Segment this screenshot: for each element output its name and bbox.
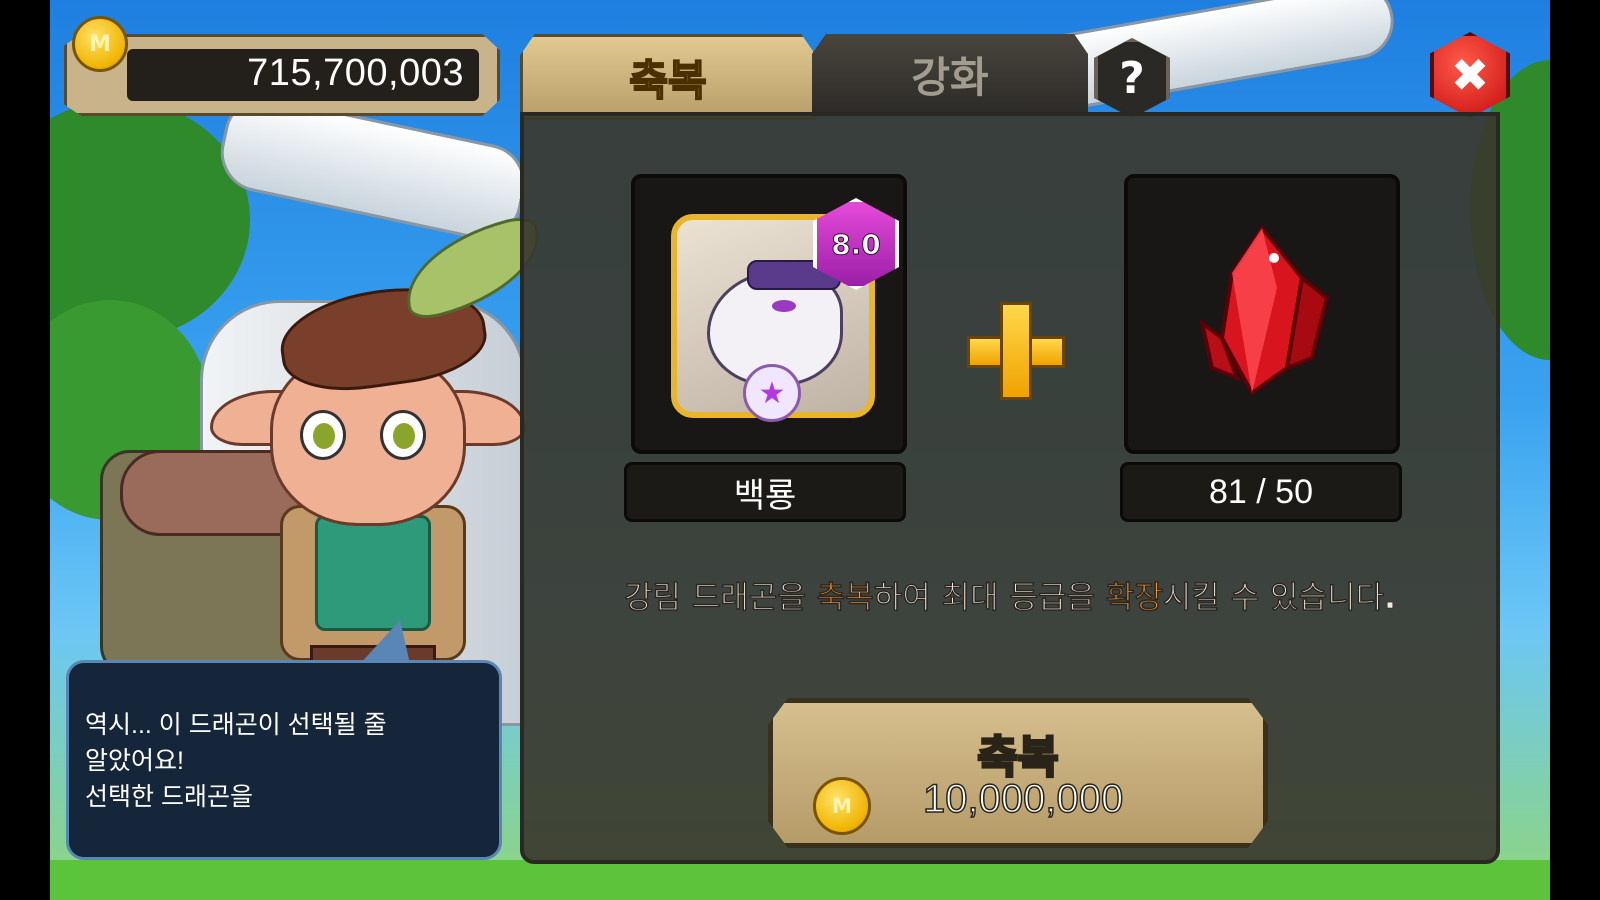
plus-icon bbox=[967, 302, 1065, 400]
dialog-line: 알았어요! bbox=[85, 747, 184, 775]
currency-amount: 715,700,003 bbox=[247, 52, 464, 94]
dialog-line: 역시... 이 드래곤이 선택될 줄 bbox=[85, 711, 387, 739]
material-count-label: 81 / 50 bbox=[1120, 462, 1402, 522]
crystal-sparkle bbox=[1269, 253, 1279, 263]
question-icon: ? bbox=[1119, 52, 1145, 104]
character-vest bbox=[315, 515, 431, 631]
letterbox-right bbox=[1550, 0, 1600, 900]
description-highlight: 확장 bbox=[1105, 580, 1164, 617]
star-icon: ★ bbox=[743, 364, 801, 422]
tab-enhance[interactable]: 강화 bbox=[812, 34, 1088, 114]
letterbox-left bbox=[0, 0, 50, 900]
m-coin-icon: M bbox=[813, 777, 871, 835]
material-slot[interactable] bbox=[1124, 174, 1400, 454]
background-grass bbox=[50, 860, 1550, 900]
character-eye-right bbox=[380, 410, 426, 460]
blessing-description: 강림 드래곤을 축복하여 최대 등급을 확장시킬 수 있습니다. bbox=[524, 572, 1496, 617]
description-highlight: 축복 bbox=[816, 580, 875, 617]
bless-button-label: 축복 bbox=[976, 731, 1060, 785]
bless-button[interactable]: 축복 M 10,000,000 bbox=[768, 698, 1268, 848]
dragon-slot[interactable]: 8.0 ★ bbox=[631, 174, 907, 454]
description-text: 하여 최대 등급을 bbox=[873, 580, 1106, 617]
plus-bar-vertical bbox=[1000, 302, 1032, 400]
m-coin-icon: M bbox=[72, 16, 128, 72]
description-text: 강림 드래곤을 bbox=[624, 580, 817, 617]
guide-character bbox=[90, 212, 554, 691]
description-text: 시킬 수 있습니다. bbox=[1162, 580, 1397, 617]
dragon-name-label: 백룡 bbox=[624, 462, 906, 522]
red-crystal-icon bbox=[1198, 224, 1330, 396]
character-eye-left bbox=[300, 410, 346, 460]
close-icon: ✖ bbox=[1450, 48, 1490, 102]
tab-bless[interactable]: 축복 bbox=[520, 34, 816, 120]
speech-bubble-tail bbox=[360, 620, 410, 664]
bless-cost: 10,000,000 bbox=[922, 776, 1124, 822]
blessing-panel: 8.0 ★ 백룡 81 / 50 강림 드래곤을 축복하여 최대 등급을 확장시… bbox=[520, 112, 1500, 864]
dialog-box[interactable]: 역시... 이 드래곤이 선택될 줄 알았어요! 선택한 드래곤을 bbox=[66, 660, 502, 860]
dragon-eye bbox=[772, 300, 796, 312]
game-screen: M 715,700,003 역시... 이 드래곤이 선택될 줄 알았어요! 선… bbox=[50, 0, 1550, 900]
dialog-line: 선택한 드래곤을 bbox=[85, 783, 253, 811]
